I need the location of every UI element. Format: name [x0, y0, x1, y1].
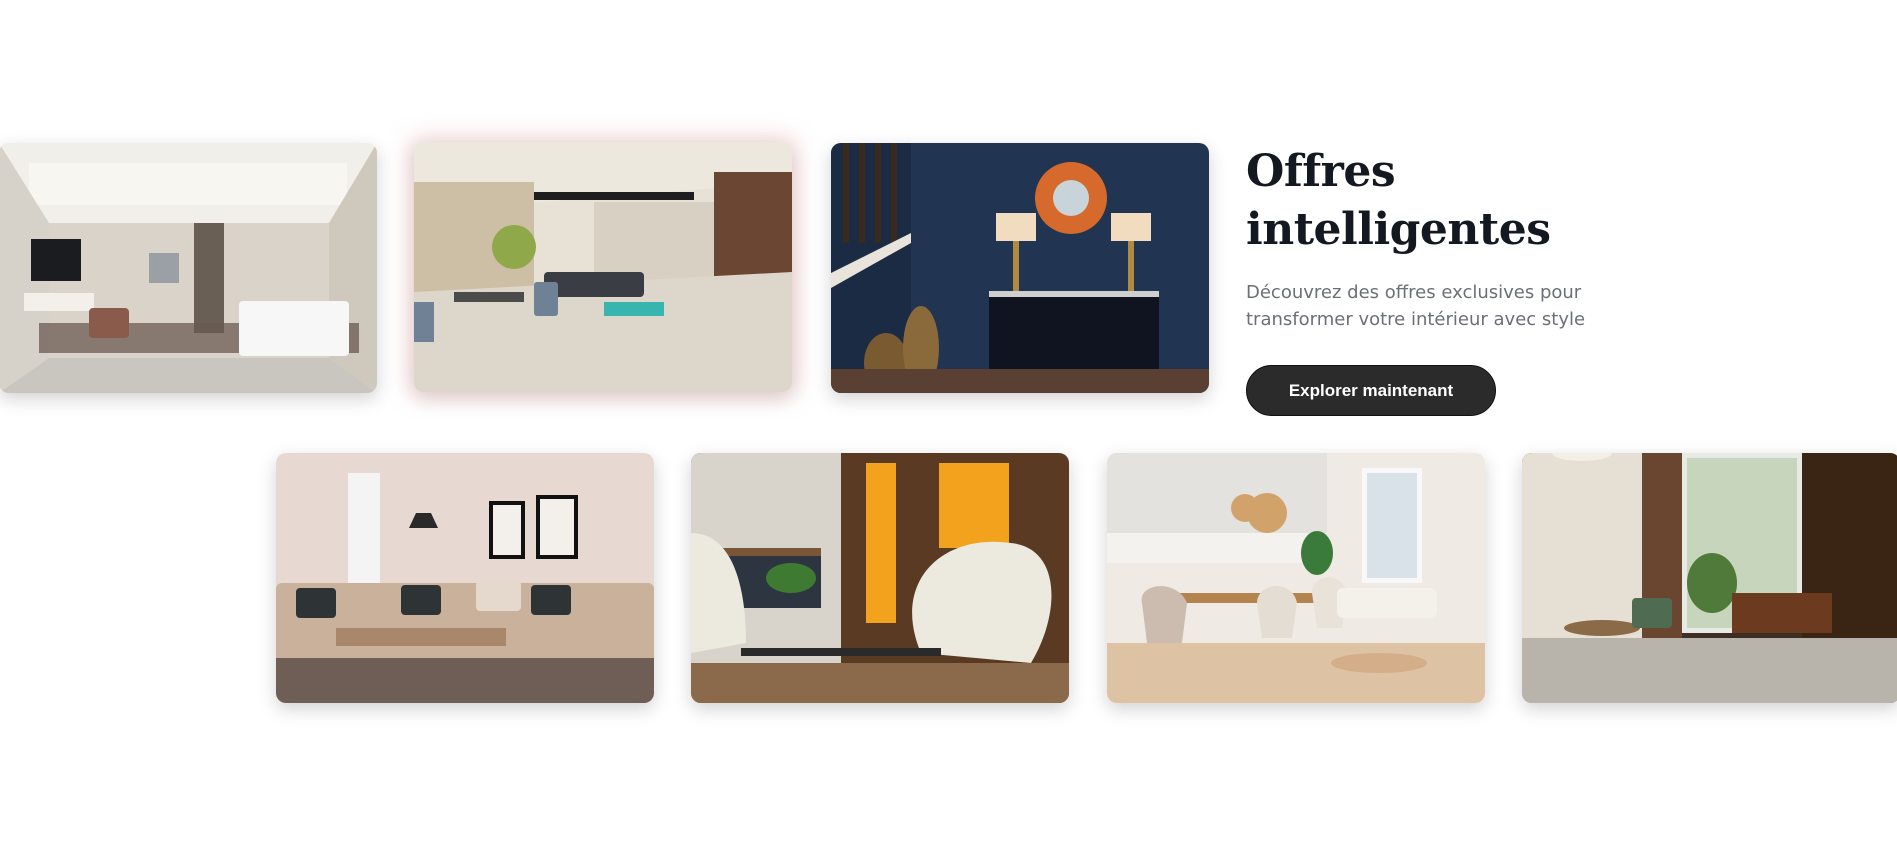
- interior-photo-card[interactable]: [0, 143, 377, 393]
- interior-photo-card[interactable]: [1107, 453, 1485, 703]
- interior-photo-card[interactable]: [831, 143, 1209, 393]
- interior-photo-card[interactable]: [1522, 453, 1897, 703]
- beige-sofa-living-photo: [276, 453, 654, 703]
- open-living-dining-photo: [414, 142, 792, 392]
- interior-photo-card[interactable]: [276, 453, 654, 703]
- promo-title: Offres intelligentes: [1246, 146, 1551, 255]
- promo-description: Découvrez des offres exclusives pour tra…: [1246, 282, 1586, 330]
- kitchen-dining-photo: [1107, 453, 1485, 703]
- navy-console-mirror-photo: [831, 143, 1209, 393]
- smart-offers-promo: Offres intelligentes Découvrez des offre…: [1246, 143, 1666, 416]
- interior-photo-card[interactable]: [691, 453, 1069, 703]
- interior-photo-card[interactable]: [414, 142, 792, 392]
- egg-chair-shelves-photo: [691, 453, 1069, 703]
- living-room-tv-wall-photo: [0, 143, 377, 393]
- explore-now-button[interactable]: Explorer maintenant: [1246, 365, 1496, 416]
- hotel-lounge-photo: [1522, 453, 1897, 703]
